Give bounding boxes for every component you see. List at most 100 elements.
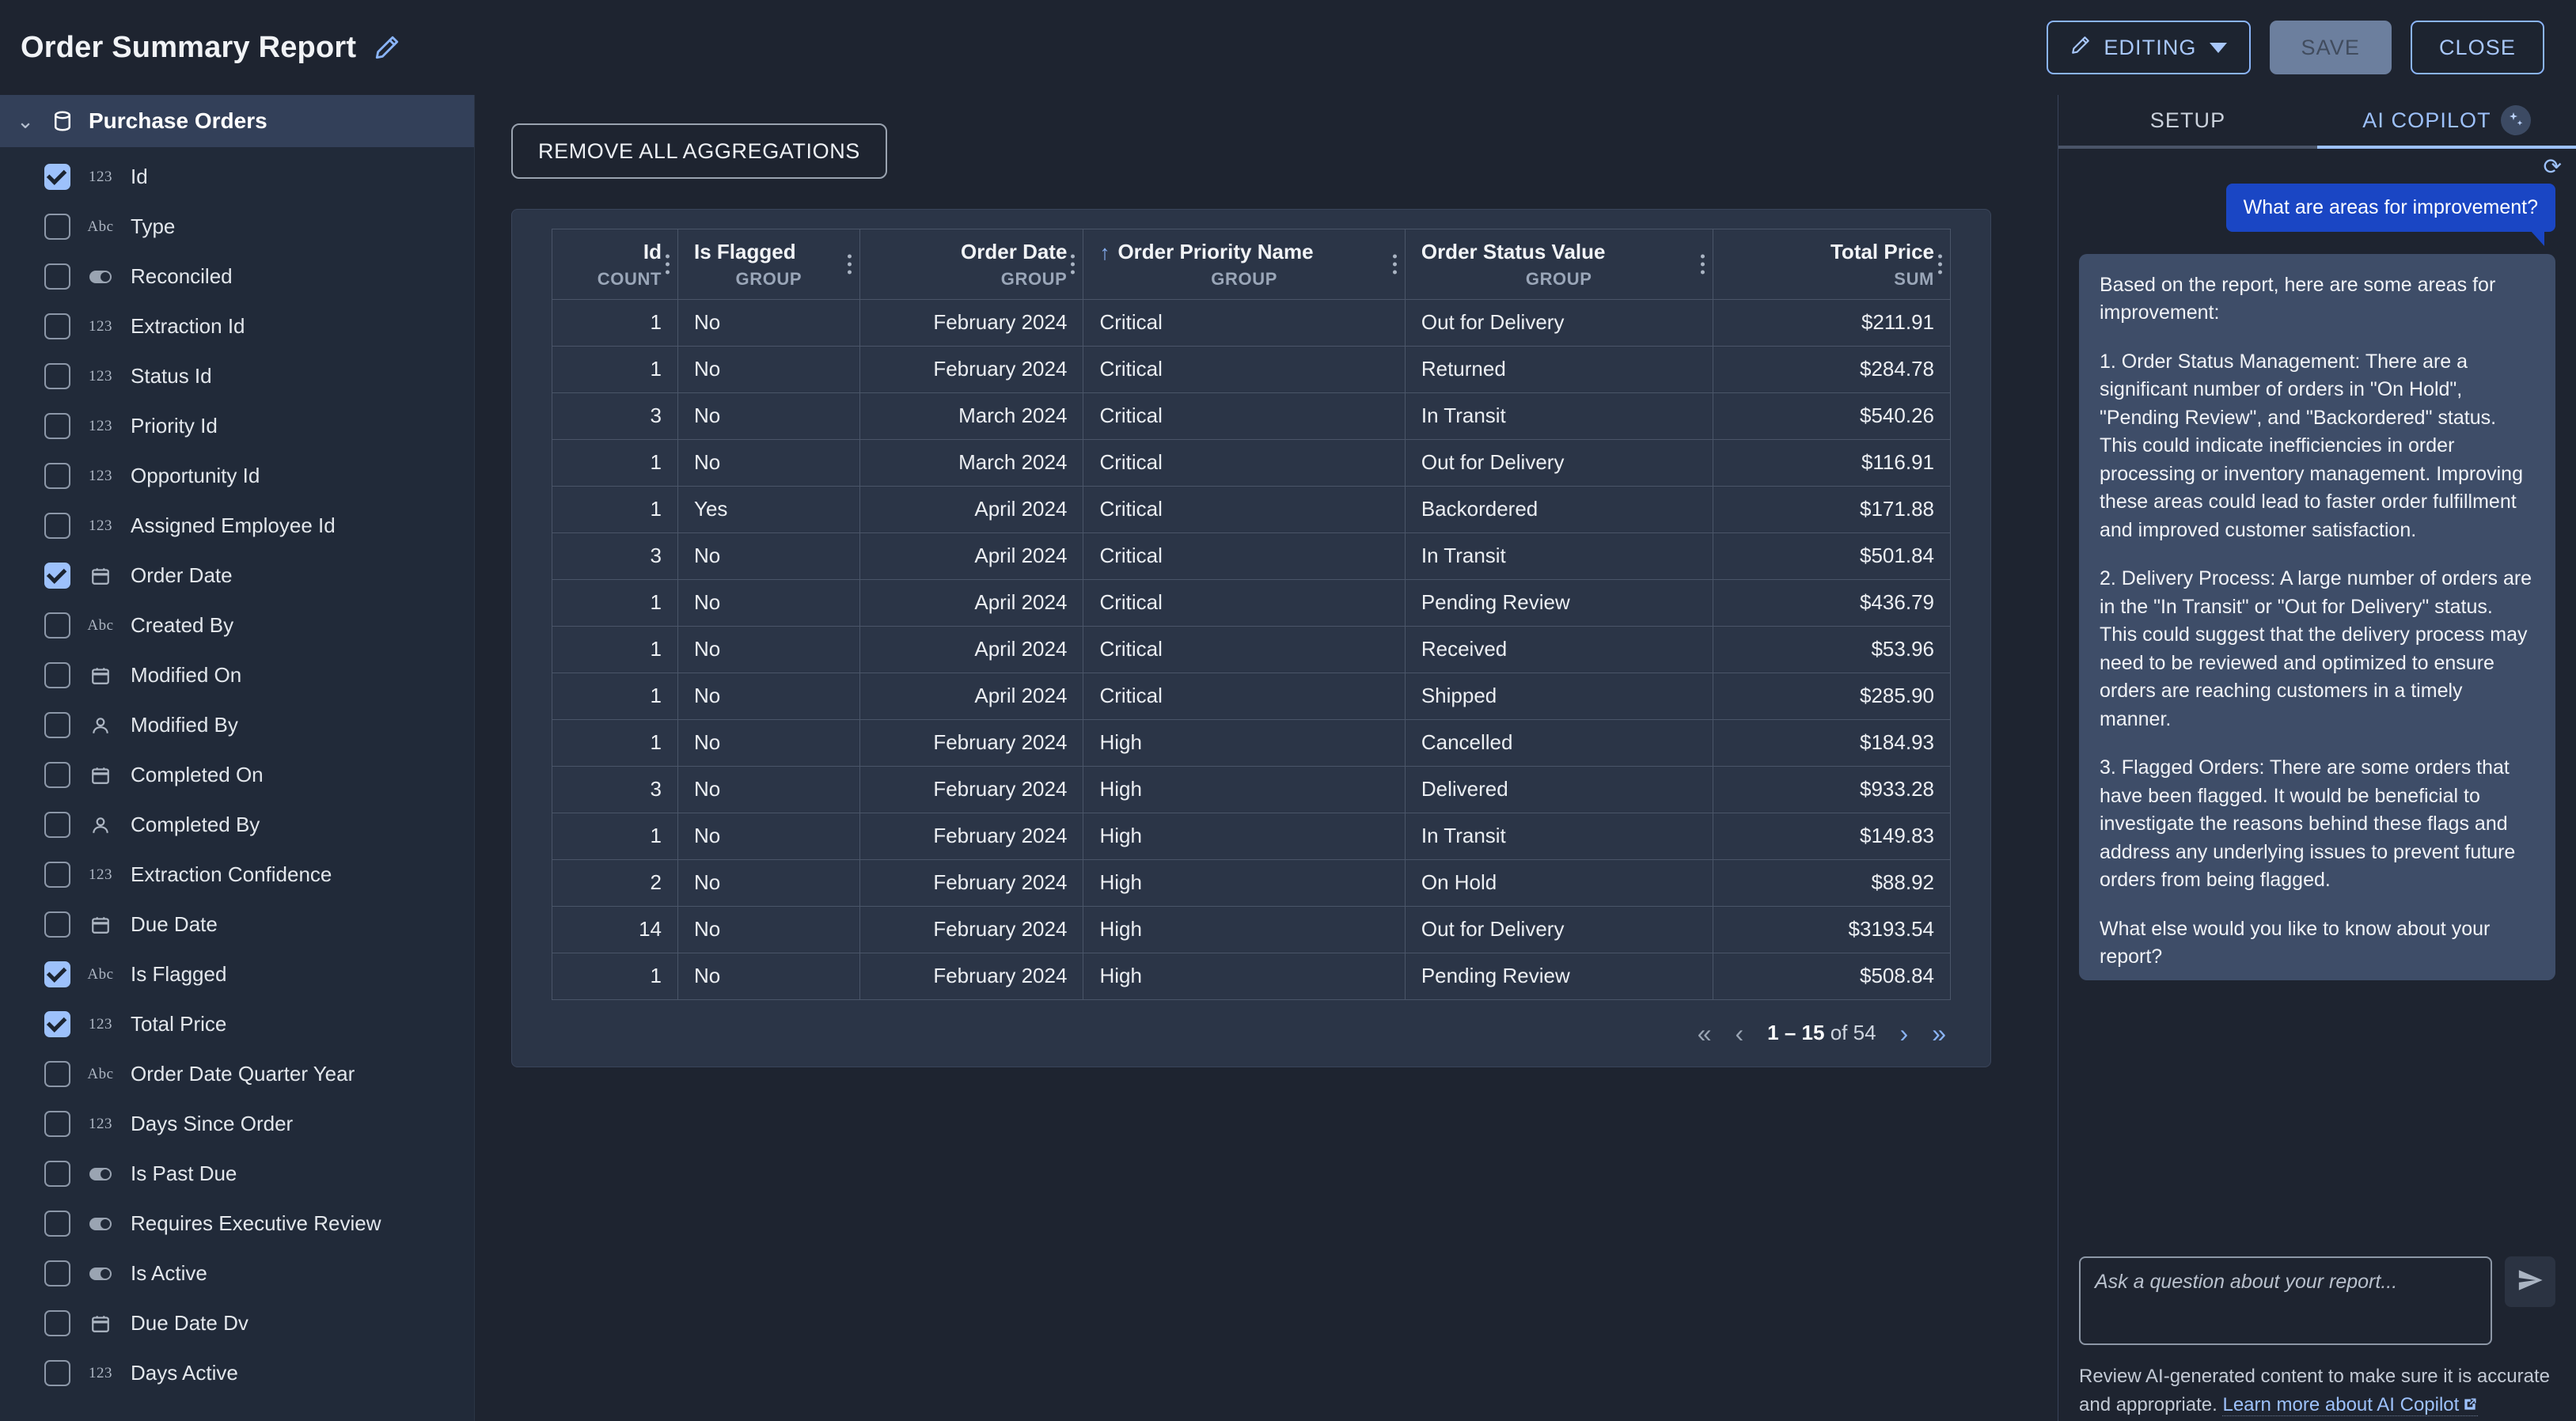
tab-ai-copilot[interactable]: AI COPILOT (2317, 105, 2576, 135)
field-checkbox[interactable] (44, 313, 70, 339)
field-checkbox[interactable] (44, 1260, 70, 1286)
field-checkbox[interactable] (44, 263, 70, 290)
table-row[interactable]: 1 No April 2024 Critical Shipped $285.90 (551, 672, 1952, 720)
table-row[interactable]: 3 No February 2024 High Delivered $933.28 (551, 765, 1952, 813)
field-list-item[interactable]: Is Past Due (0, 1149, 474, 1199)
table-row[interactable]: 2 No February 2024 High On Hold $88.92 (551, 858, 1952, 907)
field-list-item[interactable]: Abc Created By (0, 601, 474, 650)
tab-setup[interactable]: SETUP (2058, 108, 2317, 133)
first-page-button[interactable]: « (1698, 1021, 1712, 1046)
field-checkbox[interactable] (44, 1011, 70, 1037)
next-page-button[interactable]: › (1900, 1021, 1909, 1046)
field-checkbox[interactable] (44, 214, 70, 240)
field-checkbox[interactable] (44, 513, 70, 539)
column-header[interactable]: Order Date GROUP (859, 229, 1084, 300)
table-row[interactable]: 1 No February 2024 High Pending Review $508.8… (551, 952, 1952, 1000)
field-checkbox[interactable] (44, 1161, 70, 1187)
field-checkbox[interactable] (44, 1310, 70, 1336)
field-list-item[interactable]: 123 Days Active (0, 1348, 474, 1398)
field-label: Total Price (131, 1012, 227, 1036)
field-list-item[interactable]: Requires Executive Review (0, 1199, 474, 1249)
pencil-icon[interactable] (374, 34, 400, 61)
chevron-down-icon[interactable]: ⌄ (14, 111, 36, 131)
table-row[interactable]: 1 No February 2024 High In Transit $149.83 (551, 812, 1952, 860)
column-menu-icon[interactable] (1938, 254, 1942, 275)
refresh-icon[interactable]: ⟳ (2544, 153, 2562, 180)
field-checkbox[interactable] (44, 1111, 70, 1137)
table-row[interactable]: 3 No April 2024 Critical In Transit $501.84 (551, 532, 1952, 580)
field-list-item[interactable]: Is Active (0, 1249, 474, 1298)
field-label: Due Date (131, 912, 218, 936)
field-checkbox[interactable] (44, 862, 70, 888)
remove-all-aggregations-button[interactable]: REMOVE ALL AGGREGATIONS (511, 123, 887, 179)
field-checkbox[interactable] (44, 712, 70, 738)
column-menu-icon[interactable] (1071, 254, 1076, 275)
field-list-item[interactable]: Modified On (0, 650, 474, 700)
field-checkbox[interactable] (44, 413, 70, 439)
close-button[interactable]: CLOSE (2410, 21, 2544, 74)
column-header[interactable]: ↑ Order Priority Name GROUP (1083, 229, 1406, 300)
number-type-icon: 123 (89, 467, 112, 484)
save-button[interactable]: SAVE (2269, 21, 2392, 74)
field-checkbox[interactable] (44, 463, 70, 489)
column-header[interactable]: Id COUNT (551, 229, 679, 300)
field-checkbox[interactable] (44, 1360, 70, 1386)
column-menu-icon[interactable] (1700, 254, 1705, 275)
field-list-item[interactable]: 123 Status Id (0, 351, 474, 401)
field-list-item[interactable]: 123 Extraction Confidence (0, 850, 474, 900)
editing-mode-button[interactable]: EDITING (2047, 21, 2251, 74)
field-list-item[interactable]: Abc Is Flagged (0, 949, 474, 999)
table-row[interactable]: 1 No April 2024 Critical Pending Review $436.… (551, 578, 1952, 627)
last-page-button[interactable]: » (1932, 1021, 1946, 1046)
field-list-item[interactable]: 123 Assigned Employee Id (0, 501, 474, 551)
table-cell: 14 (551, 905, 679, 953)
prev-page-button[interactable]: ‹ (1736, 1021, 1744, 1046)
chat-input[interactable] (2079, 1256, 2492, 1345)
sidebar-group-header[interactable]: ⌄ Purchase Orders (0, 95, 474, 147)
field-checkbox[interactable] (44, 1211, 70, 1237)
field-list-item[interactable]: Abc Order Date Quarter Year (0, 1049, 474, 1099)
field-list-item[interactable]: Order Date (0, 551, 474, 601)
learn-more-link[interactable]: Learn more about AI Copilot (2222, 1394, 2479, 1416)
field-list-item[interactable]: Modified By (0, 700, 474, 750)
field-list-item[interactable]: Due Date Dv (0, 1298, 474, 1348)
field-checkbox[interactable] (44, 363, 70, 389)
table-row[interactable]: 1 Yes April 2024 Critical Backordered $171.88 (551, 485, 1952, 533)
field-list-item[interactable]: 123 Opportunity Id (0, 451, 474, 501)
field-checkbox[interactable] (44, 612, 70, 639)
field-list-item[interactable]: Abc Type (0, 202, 474, 252)
field-list-item[interactable]: Completed On (0, 750, 474, 800)
field-checkbox[interactable] (44, 911, 70, 938)
field-list-item[interactable]: 123 Days Since Order (0, 1099, 474, 1149)
column-header[interactable]: Order Status Value GROUP (1404, 229, 1713, 300)
field-list-item[interactable]: Due Date (0, 900, 474, 949)
table-row[interactable]: 1 No April 2024 Critical Received $53.96 (551, 625, 1952, 673)
field-checkbox[interactable] (44, 164, 70, 190)
table-row[interactable]: 1 No February 2024 Critical Returned $284.78 (551, 345, 1952, 393)
column-header[interactable]: Total Price SUM (1712, 229, 1952, 300)
table-row[interactable]: 14 No February 2024 High Out for Delivery $31… (551, 905, 1952, 953)
field-checkbox[interactable] (44, 762, 70, 788)
table-row[interactable]: 1 No February 2024 Critical Out for Delivery… (551, 298, 1952, 347)
field-list-item[interactable]: 123 Priority Id (0, 401, 474, 451)
right-panel: SETUP AI COPILOT ⟳ What are areas for im… (2058, 95, 2576, 1421)
column-header[interactable]: Is Flagged GROUP (677, 229, 860, 300)
field-checkbox[interactable] (44, 662, 70, 688)
field-list-item[interactable]: 123 Extraction Id (0, 301, 474, 351)
field-list-item[interactable]: 123 Id (0, 152, 474, 202)
column-menu-icon[interactable] (666, 254, 670, 275)
field-list-item[interactable]: Completed By (0, 800, 474, 850)
column-menu-icon[interactable] (847, 254, 852, 275)
column-menu-icon[interactable] (1392, 254, 1397, 275)
table-row[interactable]: 1 No March 2024 Critical Out for Delivery $11… (551, 438, 1952, 487)
send-button[interactable] (2505, 1256, 2555, 1307)
table-row[interactable]: 3 No March 2024 Critical In Transit $540.26 (551, 392, 1952, 440)
field-checkbox[interactable] (44, 1061, 70, 1087)
field-list-item[interactable]: 123 Total Price (0, 999, 474, 1049)
table-row[interactable]: 1 No February 2024 High Cancelled $184.93 (551, 718, 1952, 767)
field-checkbox[interactable] (44, 812, 70, 838)
table-cell: No (677, 952, 860, 1000)
field-checkbox[interactable] (44, 961, 70, 987)
field-checkbox[interactable] (44, 563, 70, 589)
field-list-item[interactable]: Reconciled (0, 252, 474, 301)
